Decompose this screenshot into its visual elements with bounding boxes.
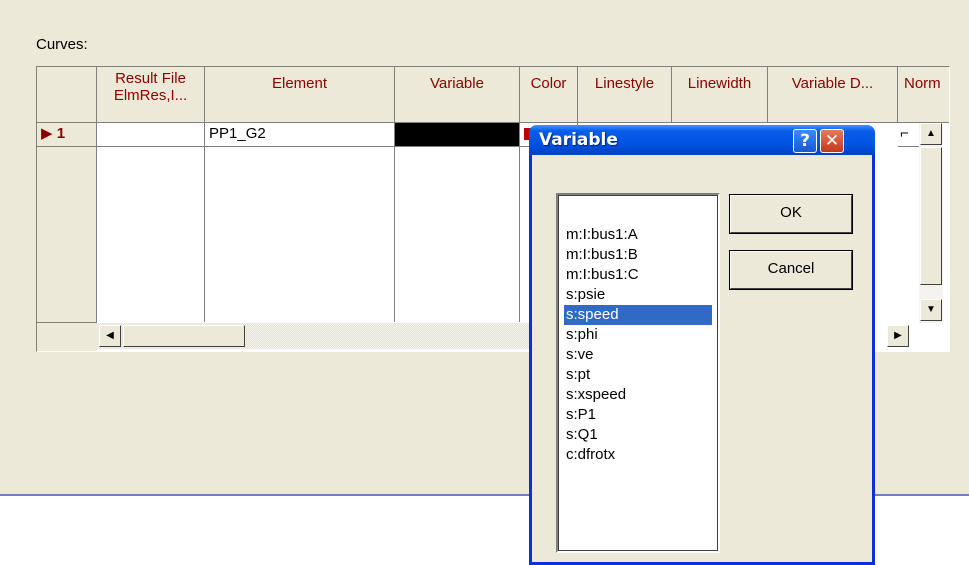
vertical-scrollbar[interactable]: ▲ ▼ [919, 123, 943, 323]
dialog-title: Variable [539, 130, 618, 150]
scroll-left-button[interactable]: ◀ [99, 325, 121, 347]
vertical-scroll-thumb[interactable] [920, 147, 942, 285]
variable-list: m:I:bus1:A m:I:bus1:B m:I:bus1:C s:psie s:sp… [563, 225, 713, 465]
variable-listbox[interactable]: m:I:bus1:A m:I:bus1:B m:I:bus1:C s:psie s:sp… [556, 193, 720, 553]
ok-button[interactable]: OK [729, 194, 853, 234]
row-header[interactable]: ▶ 1 [37, 123, 97, 147]
column-header-label: Result File ElmRes,I... [113, 70, 188, 104]
list-item[interactable]: s:phi [564, 325, 712, 345]
list-item[interactable]: m:I:bus1:B [564, 245, 712, 265]
column-divider [519, 147, 520, 322]
row-header-corner [37, 67, 97, 123]
column-divider [394, 147, 395, 322]
variable-dialog[interactable]: Variable ? ✕ m:I:bus1:A m:I:bus1:B m:I:bus… [529, 125, 875, 565]
scroll-up-button[interactable]: ▲ [920, 123, 942, 145]
cancel-button[interactable]: Cancel [729, 250, 853, 290]
list-item[interactable]: s:P1 [564, 405, 712, 425]
column-header-label: Norm [904, 75, 941, 92]
column-header-result-file[interactable]: Result File ElmRes,I... [97, 67, 205, 123]
scroll-down-button[interactable]: ▼ [920, 299, 942, 321]
list-item[interactable]: m:I:bus1:A [564, 225, 712, 245]
column-header-element[interactable]: Element [205, 67, 395, 123]
cell-element[interactable]: PP1_G2 [205, 123, 395, 147]
column-header-label: Variable [430, 75, 484, 92]
cell-norm[interactable]: ⌐ [898, 123, 920, 147]
list-item[interactable]: c:dfrotx [564, 445, 712, 465]
help-button[interactable]: ? [793, 129, 817, 153]
column-header-variable-description[interactable]: Variable D... [768, 67, 898, 123]
column-header-label: Element [271, 75, 328, 92]
curves-label: Curves: [36, 36, 88, 53]
column-header-variable[interactable]: Variable [395, 67, 520, 123]
list-item[interactable]: m:I:bus1:C [564, 265, 712, 285]
dialog-title-bar[interactable]: Variable ? ✕ [529, 125, 875, 155]
column-header-label: Variable D... [791, 75, 874, 92]
cell-variable[interactable] [395, 123, 520, 147]
scrollbar-corner [37, 323, 97, 351]
column-header-linewidth[interactable]: Linewidth [672, 67, 768, 123]
column-header-label: Linestyle [594, 75, 655, 92]
list-item[interactable]: s:psie [564, 285, 712, 305]
column-header-label: Color [530, 75, 567, 92]
column-divider [204, 147, 205, 322]
scroll-right-button[interactable]: ▶ [887, 325, 909, 347]
column-header-norm[interactable]: Norm [898, 67, 949, 123]
cell-result-file[interactable] [97, 123, 205, 147]
column-header-color[interactable]: Color [520, 67, 578, 123]
list-item[interactable]: s:pt [564, 365, 712, 385]
column-header-linestyle[interactable]: Linestyle [578, 67, 672, 123]
close-button[interactable]: ✕ [820, 129, 844, 153]
horizontal-scroll-thumb[interactable] [123, 325, 245, 347]
list-item[interactable]: s:ve [564, 345, 712, 365]
list-item[interactable]: s:xspeed [564, 385, 712, 405]
row-header-empty [37, 147, 97, 323]
list-item[interactable]: s:speed [563, 304, 713, 326]
column-header-label: Linewidth [687, 75, 752, 92]
checkbox-partial-icon: ⌐ [900, 125, 909, 142]
list-item[interactable]: s:Q1 [564, 425, 712, 445]
